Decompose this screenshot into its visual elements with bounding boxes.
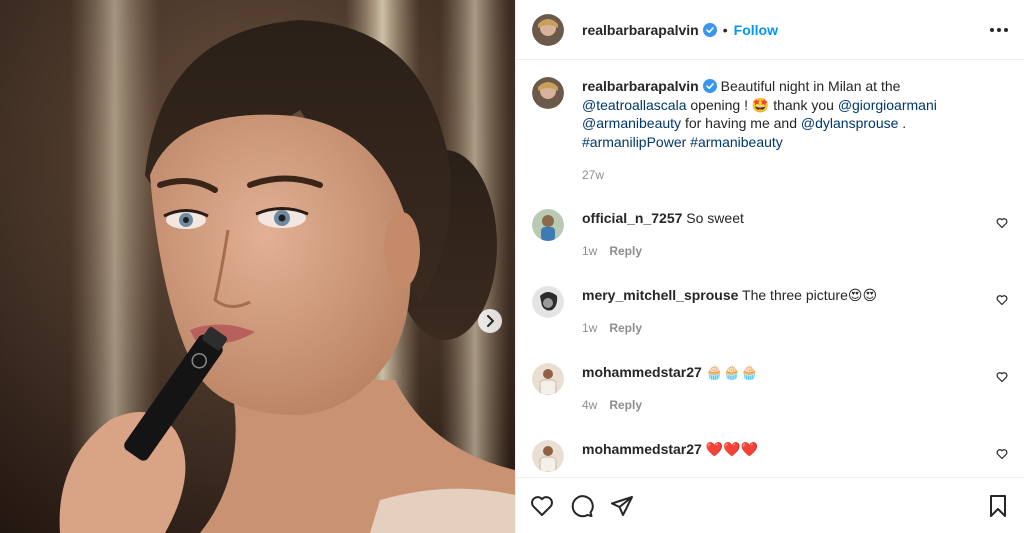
comment-username[interactable]: mery_mitchell_sprouse [582,287,738,303]
commenter-avatar[interactable] [532,439,564,472]
comment-row: mohammedstar27 ❤️❤️❤️ [532,439,1008,472]
comment-row: mery_mitchell_sprouse The three picture😍… [532,285,1008,338]
caption-text-2: opening ! 🤩 thank you [690,96,834,113]
verified-badge-icon [702,22,717,37]
caption-timestamp[interactable]: 27w [582,168,604,182]
reply-button[interactable]: Reply [609,244,642,258]
chevron-right-icon [487,315,494,327]
comment-username[interactable]: mohammedstar27 [582,441,702,457]
save-button[interactable] [986,494,1010,518]
comment-username[interactable]: official_n_7257 [582,210,682,226]
commenter-avatar[interactable] [532,285,564,318]
mention-dylansprouse[interactable]: @dylansprouse [801,115,899,131]
comment-row: official_n_7257 So sweet 1w Reply [532,208,1008,261]
mention-teatroallascala[interactable]: @teatroallascala [582,97,687,113]
bookmark-icon [990,494,1006,517]
caption-row: realbarbarapalvin Beautiful night in Mil… [532,77,1008,185]
share-button[interactable] [610,494,634,518]
caption-text-3: for having me and [684,115,798,131]
heart-icon[interactable] [996,217,1008,229]
heart-icon [531,495,553,516]
comment-age[interactable]: 1w [582,244,597,258]
separator-dot: • [722,21,728,38]
comment-text: So sweet [686,209,744,226]
reply-button[interactable]: Reply [609,398,642,412]
post-header: realbarbarapalvin • Follow [516,0,1024,60]
caption-age: 27w [582,166,1008,185]
comment-text: The three picture😍😍 [742,286,878,303]
caption-username[interactable]: realbarbarapalvin [582,78,699,94]
comment-age[interactable]: 4w [582,398,597,412]
caption-text-4: . [902,115,907,131]
caption-text: realbarbarapalvin Beautiful night in Mil… [582,77,1008,185]
follow-button[interactable]: Follow [734,22,778,38]
hashtag-armanibeauty[interactable]: #armanibeauty [690,134,783,150]
comments-list[interactable]: realbarbarapalvin Beautiful night in Mil… [516,61,1024,477]
comment-text: 🧁🧁🧁 [705,363,759,380]
post-sidebar: realbarbarapalvin • Follow realbarbarapa… [515,0,1024,533]
comment-button[interactable] [570,494,594,518]
caption-text-1: Beautiful night in Milan at the [720,78,901,94]
author-avatar[interactable] [532,77,564,109]
comment-row: mohammedstar27 🧁🧁🧁 4w Reply [532,362,1008,415]
comment-username[interactable]: mohammedstar27 [582,364,702,380]
more-options-icon[interactable] [990,27,1008,32]
action-bar [516,477,1024,533]
send-icon [611,495,633,516]
heart-icon[interactable] [996,371,1008,383]
heart-icon[interactable] [996,448,1008,460]
comment-text: ❤️❤️❤️ [705,440,759,457]
author-username[interactable]: realbarbarapalvin [582,22,699,38]
verified-badge-icon [702,79,717,93]
photo-image [0,0,515,533]
mention-giorgioarmani[interactable]: @giorgioarmani [838,97,937,113]
like-button[interactable] [530,494,554,518]
reply-button[interactable]: Reply [609,321,642,335]
post-photo[interactable] [0,0,515,533]
commenter-avatar[interactable] [532,208,564,241]
hashtag-armanilippower[interactable]: #armanilipPower [582,134,686,150]
commenter-avatar[interactable] [532,362,564,395]
comment-icon [571,494,594,517]
next-photo-button[interactable] [478,309,502,333]
heart-icon[interactable] [996,294,1008,306]
author-avatar[interactable] [532,13,564,46]
mention-armanibeauty[interactable]: @armanibeauty [582,115,681,131]
comment-age[interactable]: 1w [582,321,597,335]
